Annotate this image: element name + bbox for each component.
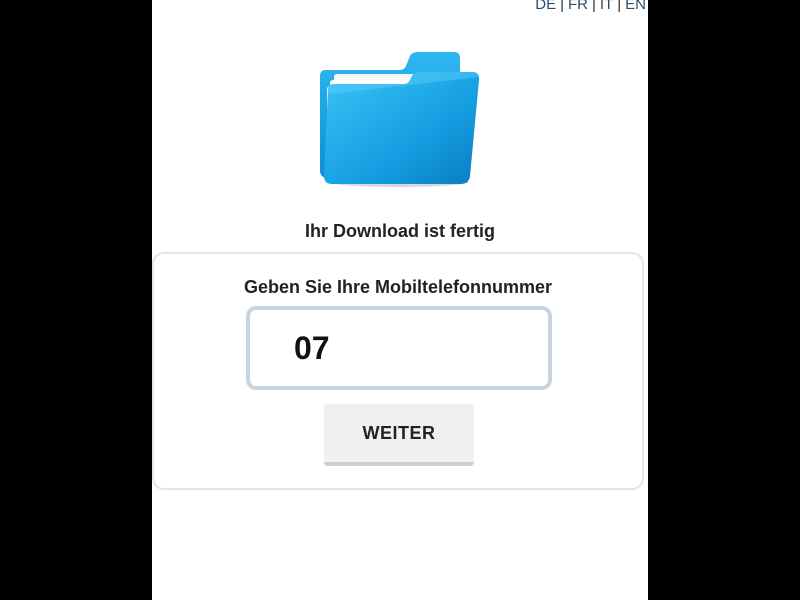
phone-form-card: Geben Sie Ihre Mobiltelefonnummer WEITER [152,252,644,490]
continue-button[interactable]: WEITER [324,404,474,466]
page: DE | FR | IT | EN Ihr Download ist ferti… [152,0,648,600]
download-ready-heading: Ihr Download ist fertig [304,221,495,241]
lang-separator: | [617,0,622,13]
lang-link-fr[interactable]: FR [568,0,588,13]
lang-separator: | [560,0,564,13]
phone-number-input[interactable] [246,306,552,390]
lang-link-en[interactable]: EN [625,0,646,13]
phone-field-label: Geben Sie Ihre Mobiltelefonnummer [243,277,553,297]
lang-link-it[interactable]: IT [600,0,613,13]
folder-icon [320,52,480,187]
lang-link-de[interactable]: DE [535,0,556,13]
language-switcher: DE | FR | IT | EN [535,0,646,13]
lang-separator: | [592,0,596,13]
